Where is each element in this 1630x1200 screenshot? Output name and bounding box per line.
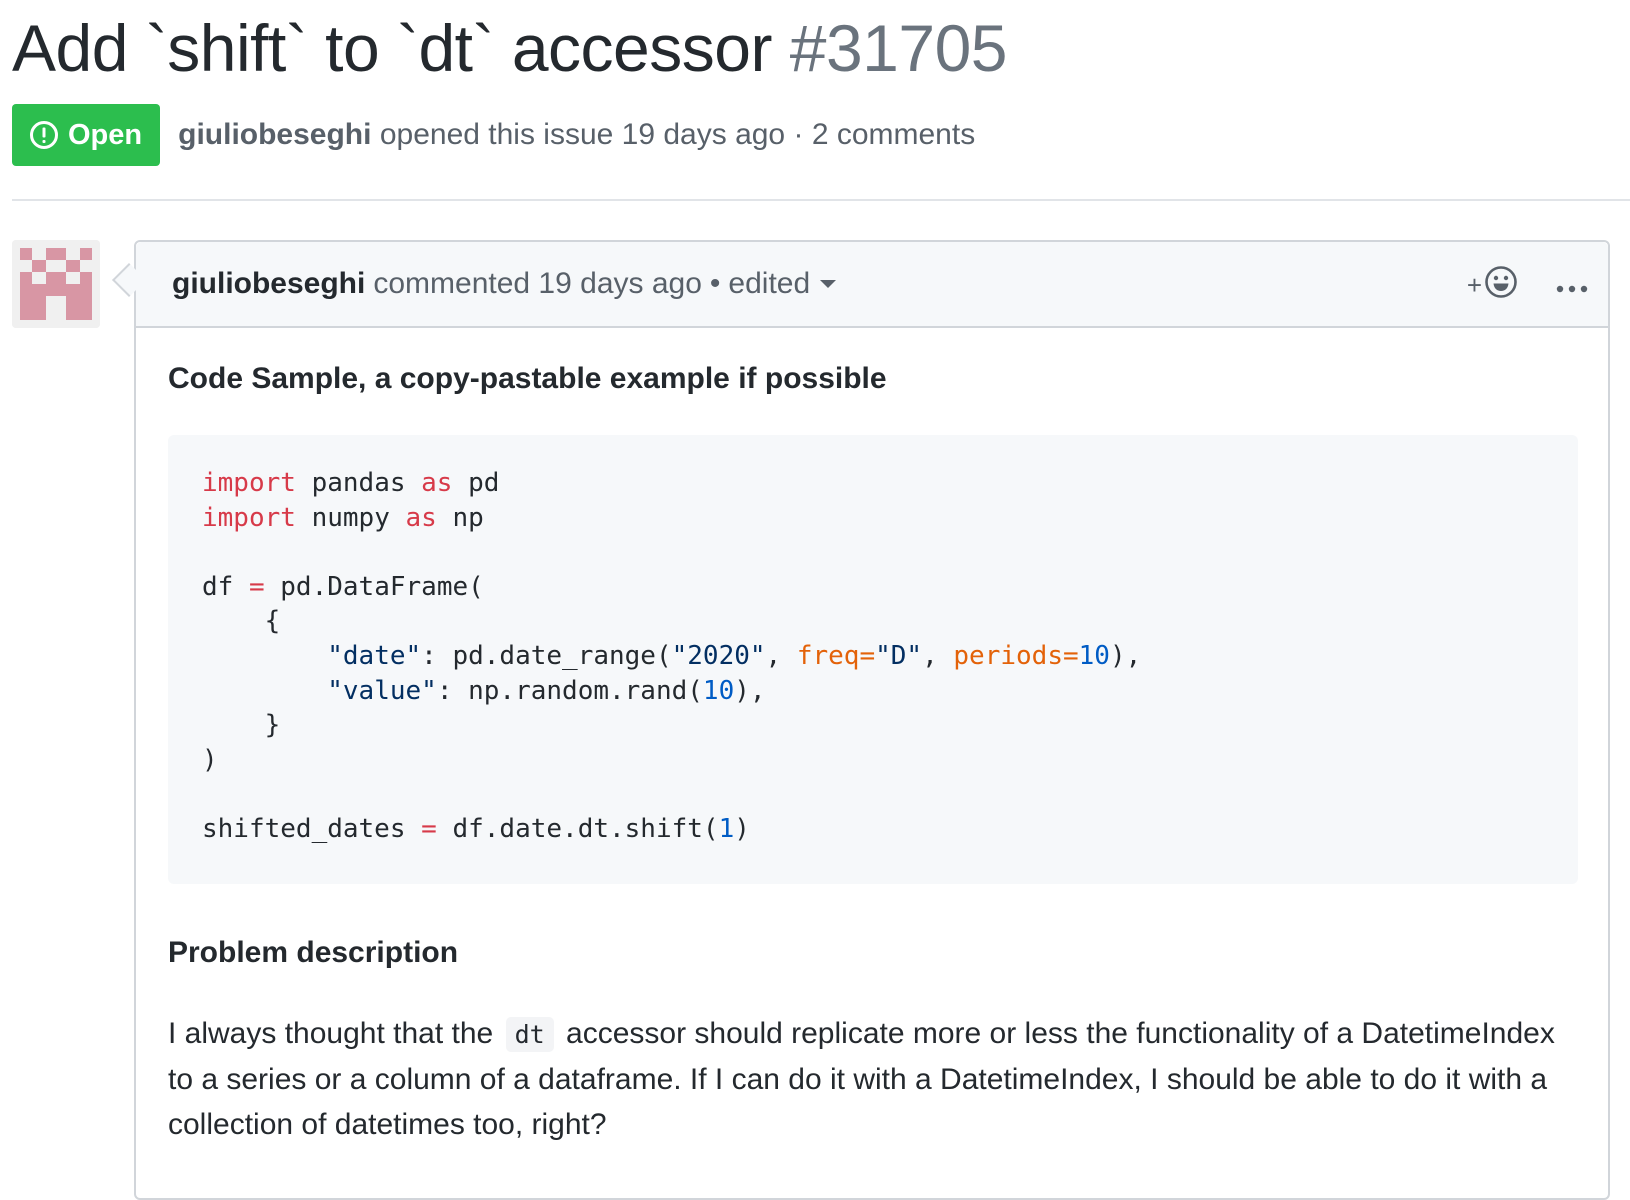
code-line-9: ) <box>202 743 1544 778</box>
code-line-6: "date": pd.date_range("2020", freq="D", … <box>202 639 1544 674</box>
code-token: ), <box>734 675 766 706</box>
code-token: pd.DataFrame( <box>280 571 484 602</box>
comments-count: 2 comments <box>811 118 976 151</box>
code-token: ), <box>1109 640 1142 671</box>
code-token: : pd.date_range( <box>421 640 672 671</box>
issue-opened-icon <box>28 119 60 151</box>
opened-text: opened this issue 19 days ago <box>379 118 786 151</box>
code-token: } <box>264 710 281 741</box>
code-line-7: "value": np.random.rand(10), <box>202 674 1544 709</box>
comment-author-link[interactable]: giuliobeseghi <box>172 267 365 301</box>
code-token: df.date.dt.shift( <box>452 813 719 844</box>
edited-dropdown[interactable]: edited <box>728 267 837 301</box>
plus-label: + <box>1466 269 1482 300</box>
code-token: import <box>202 468 296 498</box>
smiley-icon <box>1484 265 1518 306</box>
code-line-8: } <box>202 708 1544 743</box>
code-token: "2020" <box>671 640 766 671</box>
code-token: , <box>765 640 797 671</box>
comment-header: giuliobeseghi commented 19 days ago • ed… <box>136 242 1608 328</box>
code-token: pandas <box>311 468 406 498</box>
state-badge: Open <box>12 104 161 166</box>
code-token: , <box>922 640 954 671</box>
avatar[interactable] <box>12 240 100 328</box>
issue-author-link[interactable]: giuliobeseghi <box>178 118 371 151</box>
comment-actions: + <box>1467 242 1588 328</box>
code-line-11: shifted_dates = df.date.dt.shift(1) <box>202 812 1544 847</box>
problem-description-heading: Problem description <box>168 936 459 969</box>
edited-label: edited <box>728 267 811 300</box>
code-token: periods= <box>953 640 1079 671</box>
code-block: import pandas as pd import numpy as np df … <box>168 435 1578 884</box>
code-token: as <box>421 468 453 498</box>
issue-meta-text: giuliobeseghi opened this issue 19 days … <box>178 118 975 152</box>
code-token: numpy <box>311 502 390 533</box>
issue-title: Add `shift` to `dt` accessor #31705 <box>12 6 1008 90</box>
code-token: df <box>202 571 234 602</box>
state-label: Open <box>68 118 143 151</box>
add-reaction-button[interactable]: + <box>1467 265 1518 306</box>
paragraph-text: I always thought that the <box>168 1017 494 1050</box>
code-token: "D" <box>875 640 923 671</box>
code-token: 10 <box>1078 640 1110 671</box>
comment-body: Code Sample, a copy-pastable example if … <box>136 328 1608 1147</box>
code-token: = <box>421 813 437 844</box>
code-token: freq= <box>796 640 876 671</box>
code-line-4: df = pd.DataFrame( <box>202 570 1544 605</box>
caret-down-icon <box>820 280 837 288</box>
comment-box: giuliobeseghi commented 19 days ago • ed… <box>134 240 1610 1200</box>
code-token: = <box>248 571 265 602</box>
code-line-5: { <box>202 604 1544 639</box>
code-line-1: import pandas as pd <box>202 466 1544 501</box>
code-token: shifted_dates <box>202 813 406 844</box>
code-line-2: import numpy as np <box>202 501 1544 536</box>
code-token: np <box>452 502 484 533</box>
code-token: 1 <box>718 813 735 844</box>
issue-number: #31705 <box>789 11 1008 85</box>
code-token: pd <box>468 468 500 498</box>
inline-code: dt <box>505 1017 554 1052</box>
kebab-horizontal-icon <box>1556 268 1588 302</box>
issue-meta: Open giuliobeseghi opened this issue 19 … <box>12 104 975 166</box>
code-token: "date" <box>327 640 422 671</box>
code-token: "value" <box>327 675 437 706</box>
code-sample-heading: Code Sample, a copy-pastable example if … <box>168 362 887 395</box>
header-bullet: • <box>709 267 721 300</box>
issue-title-text: Add `shift` to `dt` accessor <box>12 11 772 85</box>
meta-separator: · <box>793 118 804 151</box>
problem-description-text: I always thought that the dt accessor sh… <box>168 1011 1568 1147</box>
more-options-button[interactable] <box>1556 268 1588 302</box>
header-divider <box>12 199 1630 201</box>
commented-time[interactable]: commented 19 days ago <box>373 267 702 301</box>
code-token: import <box>202 502 296 533</box>
code-token: : np.random.rand( <box>436 675 703 706</box>
code-token: 10 <box>702 675 735 706</box>
code-token: as <box>405 502 437 533</box>
code-token: ) <box>734 813 750 844</box>
code-token: { <box>264 606 281 637</box>
code-token: ) <box>202 744 218 775</box>
